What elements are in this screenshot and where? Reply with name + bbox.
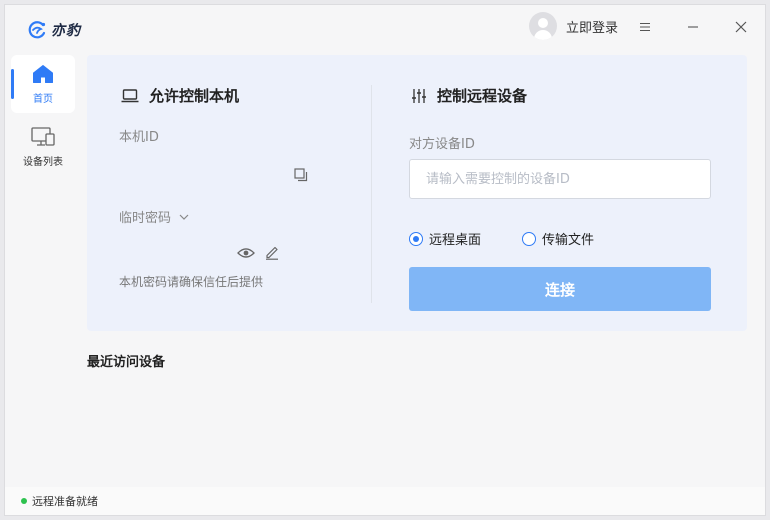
target-id-input[interactable] <box>409 159 711 199</box>
monitor-icon <box>31 127 55 146</box>
show-password-button[interactable] <box>235 243 257 263</box>
status-bar: 远程准备就绪 <box>5 487 765 515</box>
edit-password-button[interactable] <box>261 241 283 263</box>
login-button[interactable]: 立即登录 <box>529 12 618 40</box>
avatar <box>529 12 557 40</box>
copy-icon <box>294 168 308 182</box>
sidebar-item-label: 设备列表 <box>23 157 63 168</box>
temp-password-label: 临时密码 <box>119 211 172 226</box>
login-label: 立即登录 <box>566 20 619 36</box>
sliders-icon <box>412 88 426 103</box>
sidebar-item-devices[interactable]: 设备列表 <box>11 118 75 176</box>
remote-control-section-title: 控制远程设备 <box>411 85 527 106</box>
home-icon <box>33 65 53 83</box>
close-button[interactable] <box>727 13 755 41</box>
sidebar-item-label: 首页 <box>33 94 53 105</box>
remote-control-title: 控制远程设备 <box>437 87 528 105</box>
temp-password-dropdown[interactable]: 临时密码 <box>119 207 189 226</box>
sidebar-item-home[interactable]: 首页 <box>11 55 75 113</box>
edit-icon <box>266 246 278 260</box>
app-logo: 亦豹 <box>27 20 81 40</box>
minimize-button[interactable] <box>679 13 707 41</box>
chevron-down-icon <box>179 214 189 220</box>
radio-unchecked-icon <box>522 231 536 246</box>
menu-button[interactable] <box>631 13 659 41</box>
radio-checked-icon <box>409 231 423 246</box>
title-bar: 亦豹 立即登录 <box>5 5 765 51</box>
copy-id-button[interactable] <box>291 165 311 185</box>
active-indicator <box>11 69 14 99</box>
connection-panel: 允许控制本机 本机ID 临时密码 本机密码请确保信任后提供 控制远程设备 对方设… <box>87 55 747 331</box>
radio-remote-desktop[interactable]: 远程桌面 <box>409 229 481 248</box>
radio-label: 远程桌面 <box>429 233 482 248</box>
close-icon <box>735 21 747 33</box>
allow-control-title: 允许控制本机 <box>149 87 240 105</box>
laptop-icon <box>121 88 139 102</box>
target-id-label: 对方设备ID <box>409 137 475 152</box>
app-name: 亦豹 <box>51 23 81 39</box>
device-id-label: 本机ID <box>119 130 159 145</box>
status-indicator <box>21 498 27 504</box>
recent-devices-title: 最近访问设备 <box>87 355 166 370</box>
eye-icon <box>237 248 255 258</box>
app-window: 亦豹 立即登录 首页 设备列表 允许控制本机 本机ID 临时密码 本机密码请确保… <box>4 4 766 516</box>
section-divider <box>371 85 372 303</box>
status-text: 远程准备就绪 <box>32 495 98 508</box>
radio-file-transfer[interactable]: 传输文件 <box>522 229 594 248</box>
minimize-icon <box>688 26 698 28</box>
connect-button[interactable]: 连接 <box>409 267 711 311</box>
menu-icon <box>640 22 650 32</box>
allow-control-section-title: 允许控制本机 <box>121 85 239 106</box>
radio-label: 传输文件 <box>542 233 595 248</box>
logo-icon <box>28 21 46 39</box>
password-hint: 本机密码请确保信任后提供 <box>119 275 264 289</box>
